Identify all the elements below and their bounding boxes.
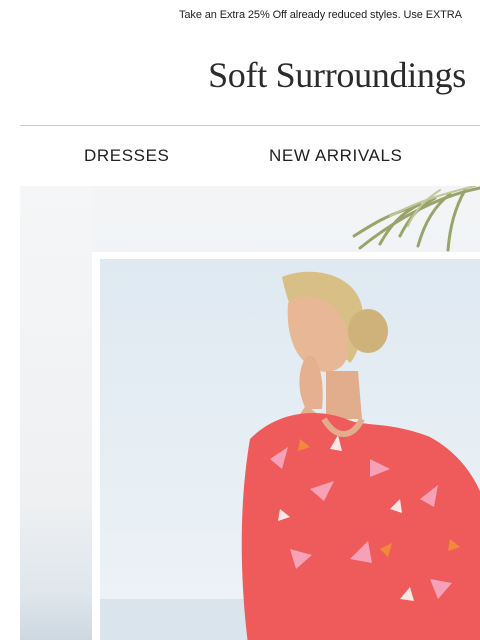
promo-text: Take an Extra 25% Off already reduced st… — [179, 9, 462, 21]
hero-photo — [100, 259, 480, 640]
hero-background-strip — [20, 186, 92, 640]
promo-banner[interactable]: Take an Extra 25% Off already reduced st… — [0, 0, 480, 34]
brand-logo[interactable]: Soft Surroundings — [208, 54, 466, 96]
nav-item-new-arrivals[interactable]: NEW ARRIVALS — [269, 146, 402, 166]
category-nav: DRESSES NEW ARRIVALS — [0, 126, 480, 186]
nav-item-dresses[interactable]: DRESSES — [84, 146, 169, 166]
hero-banner[interactable] — [20, 186, 480, 640]
model-illustration — [100, 271, 480, 640]
